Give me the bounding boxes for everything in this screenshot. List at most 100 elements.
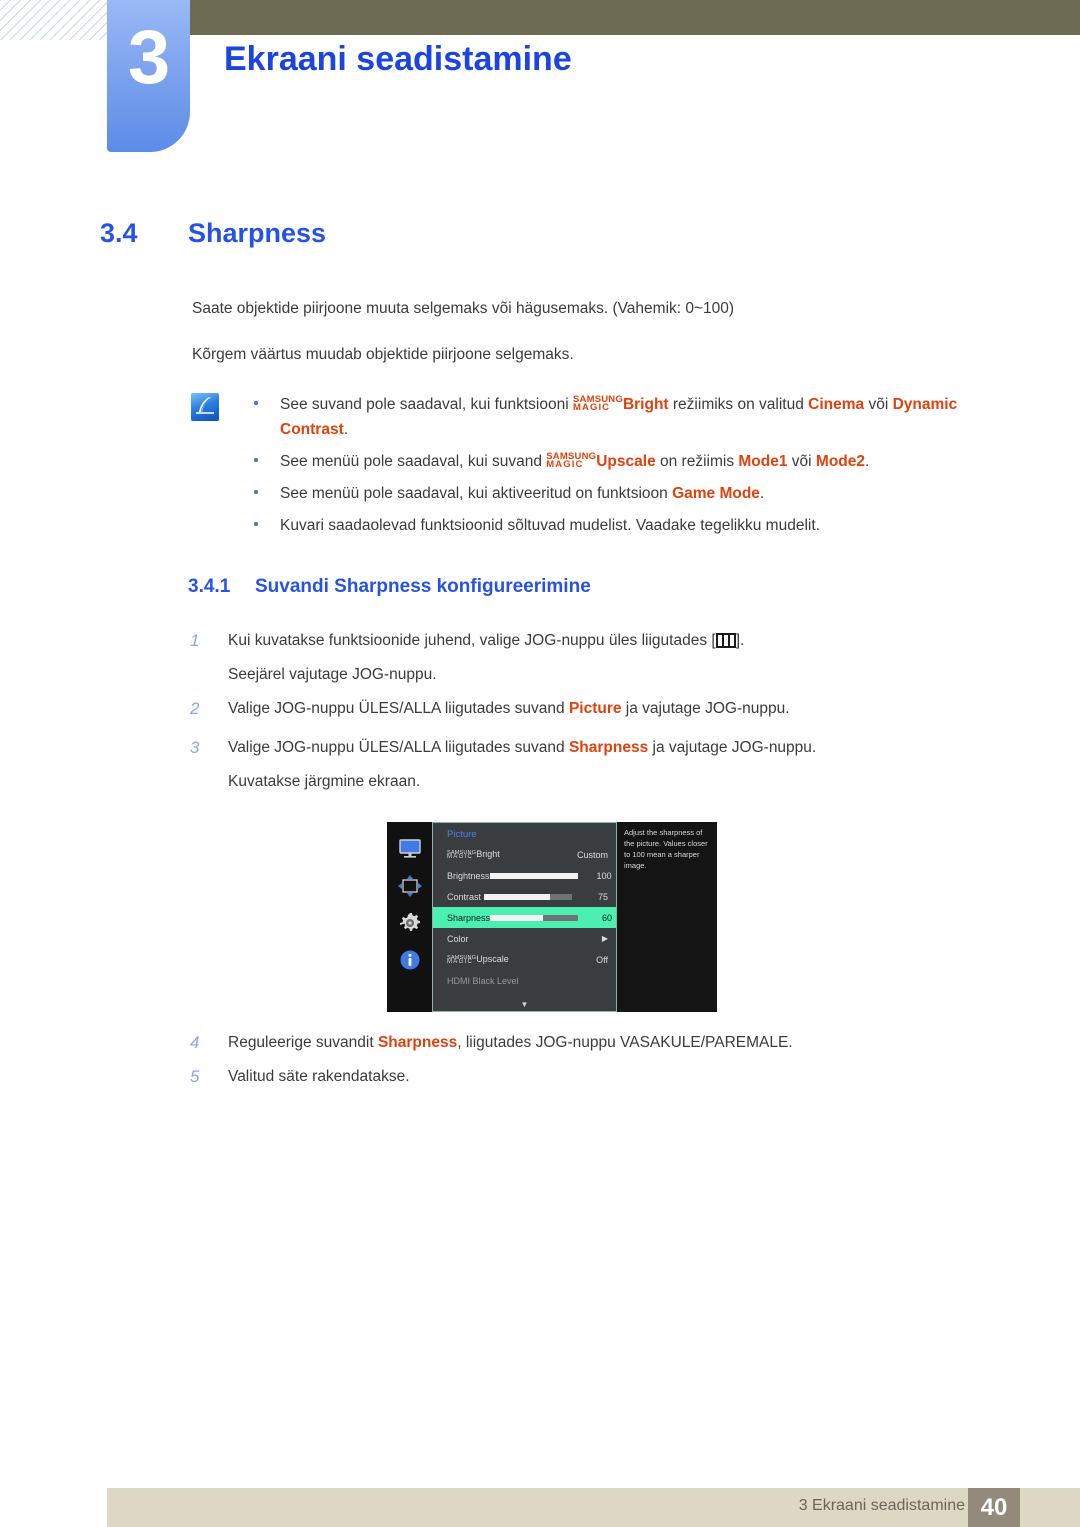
osd-row-label: Sharpness — [447, 912, 491, 923]
osd-row-sharpness[interactable]: Sharpness 60 — [433, 907, 616, 928]
osd-row-value: 100 — [596, 870, 612, 881]
subsection-title: Suvandi Sharpness konfigureerimine — [255, 576, 591, 597]
header-bar — [190, 0, 1080, 35]
note-emphasis-2: Mode2 — [815, 453, 865, 471]
jog-up-icon — [715, 633, 736, 648]
step-text-pre: Valige JOG-nuppu ÜLES/ALLA liigutades su… — [228, 739, 569, 756]
osd-row-value: Custom — [576, 849, 608, 860]
subsection-number: 3.4.1 — [188, 576, 231, 597]
step-text-pre: Reguleerige suvandit — [228, 1034, 378, 1051]
osd-row-value: 60 — [602, 912, 613, 923]
brightness-slider[interactable] — [489, 872, 578, 879]
step-text-pre: Valitud säte rakendatakse. — [228, 1068, 410, 1085]
note-pen-icon — [190, 392, 220, 422]
step-text-after: ]. — [735, 632, 745, 649]
step-emphasis: Sharpness — [377, 1034, 458, 1051]
osd-menu-title: Picture — [447, 829, 477, 840]
step-item: 3 Valige JOG-nuppu ÜLES/ALLA liigutades … — [190, 737, 990, 794]
step-number: 1 — [190, 631, 200, 650]
osd-row-label: Color — [447, 933, 469, 944]
samsung-magic-label: SAMSUNG MAGIC — [572, 394, 623, 413]
step-emphasis: Sharpness — [568, 739, 649, 756]
osd-row-magicbright[interactable]: SAMSUNG MAGIC Bright Custom — [433, 844, 616, 865]
note-text-pre: Kuvari saadaolevad funktsioonid sõltuvad… — [280, 517, 820, 535]
step-item: 5 Valitud säte rakendatakse. — [190, 1066, 990, 1088]
osd-row-label: Upscale — [476, 954, 509, 965]
contrast-slider[interactable] — [483, 893, 572, 900]
osd-description-panel: Adjust the sharpness of the picture. Val… — [617, 822, 717, 1012]
bullet-icon — [254, 458, 258, 463]
note-text-pre: See menüü pole saadaval, kui aktiveeritu… — [280, 485, 673, 503]
step-text-before: Kui kuvatakse funktsioonide juhend, vali… — [228, 632, 716, 649]
samsung-magic-label: SAMSUNG MAGIC — [546, 451, 597, 471]
step-item: 2 Valige JOG-nuppu ÜLES/ALLA liigutades … — [190, 698, 990, 720]
section-number: 3.4 — [100, 218, 138, 248]
note-emphasis-1: Cinema — [808, 396, 865, 413]
page-title: Sharpness — [188, 218, 327, 248]
bullet-icon — [254, 522, 258, 527]
step-text-pre: Valige JOG-nuppu ÜLES/ALLA liigutades su… — [228, 700, 569, 717]
osd-row-label: Brightness — [447, 870, 490, 881]
osd-row-value: 75 — [597, 891, 608, 902]
list-item: See menüü pole saadaval, kui suvand SAMS… — [244, 449, 1004, 474]
step-number: 2 — [190, 699, 200, 718]
list-item: See menüü pole saadaval, kui aktiveeritu… — [244, 481, 1004, 506]
osd-row-color[interactable]: Color ▶ — [433, 928, 616, 949]
step-text-post: ja vajutage JOG-nuppu. — [621, 700, 790, 717]
note-text-post: . — [759, 485, 765, 503]
magic-word: Upscale — [596, 453, 656, 471]
step-text-post: , liigutades JOG-nuppu VASAKULE/PAREMALE… — [457, 1034, 793, 1051]
note-emphasis-1: Mode1 — [738, 453, 788, 471]
step-number: 5 — [190, 1067, 200, 1086]
body-paragraph-1: Saate objektide piirjoone muuta selgemak… — [192, 300, 735, 317]
osd-row-label: HDMI Black Level — [447, 975, 519, 986]
osd-row-contrast[interactable]: Contrast 75 — [433, 886, 616, 907]
osd-menu-screenshot: Picture SAMSUNG MAGIC Bright Custom Bright… — [387, 822, 717, 1012]
info-icon — [397, 947, 423, 973]
note-text-post: . — [865, 453, 870, 471]
monitor-icon — [397, 836, 423, 862]
bullet-icon — [254, 401, 258, 405]
sharpness-slider[interactable] — [490, 914, 579, 921]
chapter-number: 3 — [127, 15, 170, 100]
osd-menu-panel: Picture SAMSUNG MAGIC Bright Custom Bright… — [432, 822, 617, 1012]
osd-row-hdmi-black-level[interactable]: HDMI Black Level — [433, 970, 616, 991]
osd-row-magicupscale[interactable]: SAMSUNG MAGIC Upscale Off — [433, 949, 616, 970]
osd-row-brightness[interactable]: Brightness 100 — [433, 865, 616, 886]
chapter-title: Ekraani seadistamine — [224, 40, 572, 78]
note-text-mid: režiimiks on valitud — [668, 396, 809, 413]
list-item: See suvand pole saadaval, kui funktsioon… — [244, 392, 1004, 442]
step-subtext: Seejärel vajutage JOG-nuppu. — [228, 666, 437, 684]
note-conj: või — [787, 453, 816, 471]
move-arrows-icon — [397, 873, 423, 899]
chevron-down-icon[interactable]: ▼ — [433, 1001, 616, 1009]
note-list: See suvand pole saadaval, kui funktsioon… — [244, 392, 1004, 546]
samsung-magic-label: SAMSUNG MAGIC — [447, 954, 477, 966]
osd-icon-rail — [387, 822, 432, 1012]
breadcrumb: 3 Ekraani seadistamine — [798, 1497, 965, 1514]
step-text-post: ja vajutage JOG-nuppu. — [648, 739, 817, 756]
step-number: 3 — [190, 738, 200, 757]
note-text-mid: on režiimis — [655, 453, 739, 471]
note-text-pre: See suvand pole saadaval, kui funktsioon… — [280, 396, 573, 413]
osd-row-value: Off — [596, 954, 608, 965]
step-emphasis: Picture — [568, 700, 622, 717]
osd-row-label: Bright — [476, 849, 500, 860]
magic-word: Bright — [622, 396, 669, 413]
body-paragraph-2: Kõrgem väärtus muudab objektide piirjoon… — [192, 346, 574, 363]
step-subtext: Kuvatakse järgmine ekraan. — [228, 773, 421, 791]
gear-icon — [397, 910, 423, 936]
decorative-hatch-pattern — [0, 0, 107, 40]
note-conj: või — [864, 396, 893, 413]
chevron-right-icon: ▶ — [601, 934, 608, 943]
list-item: Kuvari saadaolevad funktsioonid sõltuvad… — [244, 513, 1004, 538]
step-item: 4 Reguleerige suvandit Sharpness, liigut… — [190, 1032, 990, 1054]
page-number: 40 — [980, 1494, 1008, 1521]
step-number: 4 — [190, 1033, 200, 1052]
note-emphasis-1: Game Mode — [672, 485, 760, 503]
note-text-pre: See menüü pole saadaval, kui suvand — [280, 453, 547, 471]
step-item: 1 Kui kuvatakse funktsioonide juhend, va… — [190, 630, 990, 687]
samsung-magic-label: SAMSUNG MAGIC — [447, 849, 477, 861]
osd-row-label: Contrast — [447, 891, 482, 902]
note-text-post: . — [343, 421, 349, 439]
